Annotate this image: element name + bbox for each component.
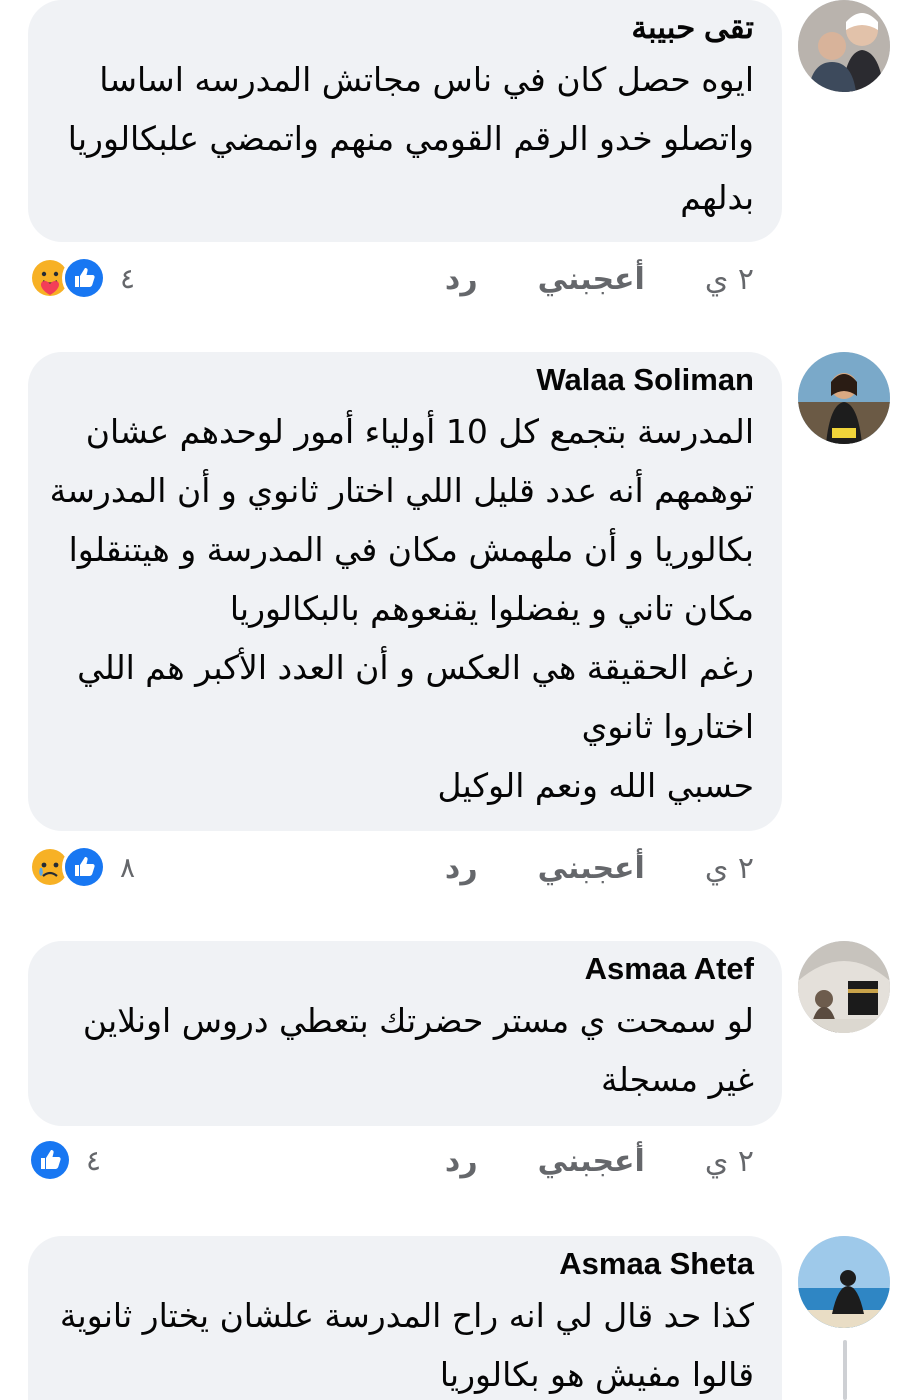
comment-author[interactable]: Asmaa Sheta	[56, 1242, 754, 1286]
reaction-count: ٤	[120, 261, 136, 295]
comment-text-line: غير مسجلة	[601, 1060, 754, 1099]
comment-text-line: لو سمحت ي مستر حضرتك بتعطي دروس اونلاين	[82, 1001, 754, 1040]
comment-text-line: اختاروا ثانوي	[581, 707, 754, 746]
thread-line	[843, 1340, 847, 1400]
comment-actions: ٢ ي أعجبني رد	[385, 851, 754, 886]
like-icon	[62, 845, 106, 889]
comment-timestamp[interactable]: ٢ ي	[705, 262, 754, 297]
reaction-count: ٨	[120, 850, 136, 884]
avatar[interactable]	[798, 941, 890, 1033]
comment-text-line: بكالوريا و أن ملهمش مكان في المدرسة و هي…	[68, 530, 754, 569]
comment-text-line: ايوه حصل كان في ناس مجاتش المدرسه اساسا	[99, 60, 754, 99]
like-icon	[62, 256, 106, 300]
comment-author[interactable]: تقى حبيبة	[56, 6, 754, 50]
comment-actions: ٢ ي أعجبني رد	[385, 262, 754, 297]
comment-bubble: Asmaa Sheta كذا حد قال لي انه راح المدرس…	[28, 1236, 782, 1400]
like-button[interactable]: أعجبني	[538, 262, 645, 297]
comment-text-line: المدرسة بتجمع كل 10 أولياء أمور لوحدهم ع…	[85, 412, 754, 451]
comment-bubble: تقى حبيبة ايوه حصل كان في ناس مجاتش المد…	[28, 0, 782, 242]
like-button[interactable]: أعجبني	[538, 1144, 645, 1179]
comment-text-line: رغم الحقيقة هي العكس و أن العدد الأكبر ه…	[77, 648, 754, 687]
avatar[interactable]	[798, 352, 890, 444]
comment-timestamp[interactable]: ٢ ي	[705, 851, 754, 886]
comment-bubble: Asmaa Atef لو سمحت ي مستر حضرتك بتعطي در…	[28, 941, 782, 1126]
comment-author[interactable]: Walaa Soliman	[56, 358, 754, 402]
comment-timestamp[interactable]: ٢ ي	[705, 1144, 754, 1179]
comment-text-line: واتصلو خدو الرقم القومي منهم واتمضي علبك…	[67, 119, 754, 158]
comment-text-line: حسبي الله ونعم الوكيل	[437, 766, 754, 805]
comment-text-line: كذا حد قال لي انه راح المدرسة علشان يختا…	[59, 1296, 754, 1335]
reply-button[interactable]: رد	[445, 262, 478, 297]
comment-text-line: توهمهم أنه عدد قليل اللي اختار ثانوي و أ…	[49, 471, 754, 510]
comment-text-line: مكان تاني و يفضلوا يقنعوهم بالبكالوريا	[229, 589, 754, 628]
comment-author[interactable]: Asmaa Atef	[56, 947, 754, 991]
comment-bubble: Walaa Soliman المدرسة بتجمع كل 10 أولياء…	[28, 352, 782, 831]
comment-actions: ٢ ي أعجبني رد	[385, 1144, 754, 1179]
reply-button[interactable]: رد	[445, 851, 478, 886]
comment-text-line: قالوا مفيش هو بكالوريا	[439, 1355, 754, 1394]
reaction-summary[interactable]: ٤	[28, 256, 135, 300]
reaction-count: ٤	[86, 1143, 102, 1177]
comment-text-line: بدلهم	[680, 178, 754, 217]
like-button[interactable]: أعجبني	[538, 851, 645, 886]
comments-feed: تقى حبيبة ايوه حصل كان في ناس مجاتش المد…	[0, 0, 920, 1400]
avatar[interactable]	[798, 1236, 890, 1328]
reaction-summary[interactable]: ٨	[28, 845, 135, 889]
reaction-summary[interactable]: ٤	[28, 1138, 101, 1182]
reply-button[interactable]: رد	[445, 1144, 478, 1179]
like-icon	[28, 1138, 72, 1182]
avatar[interactable]	[798, 0, 890, 92]
